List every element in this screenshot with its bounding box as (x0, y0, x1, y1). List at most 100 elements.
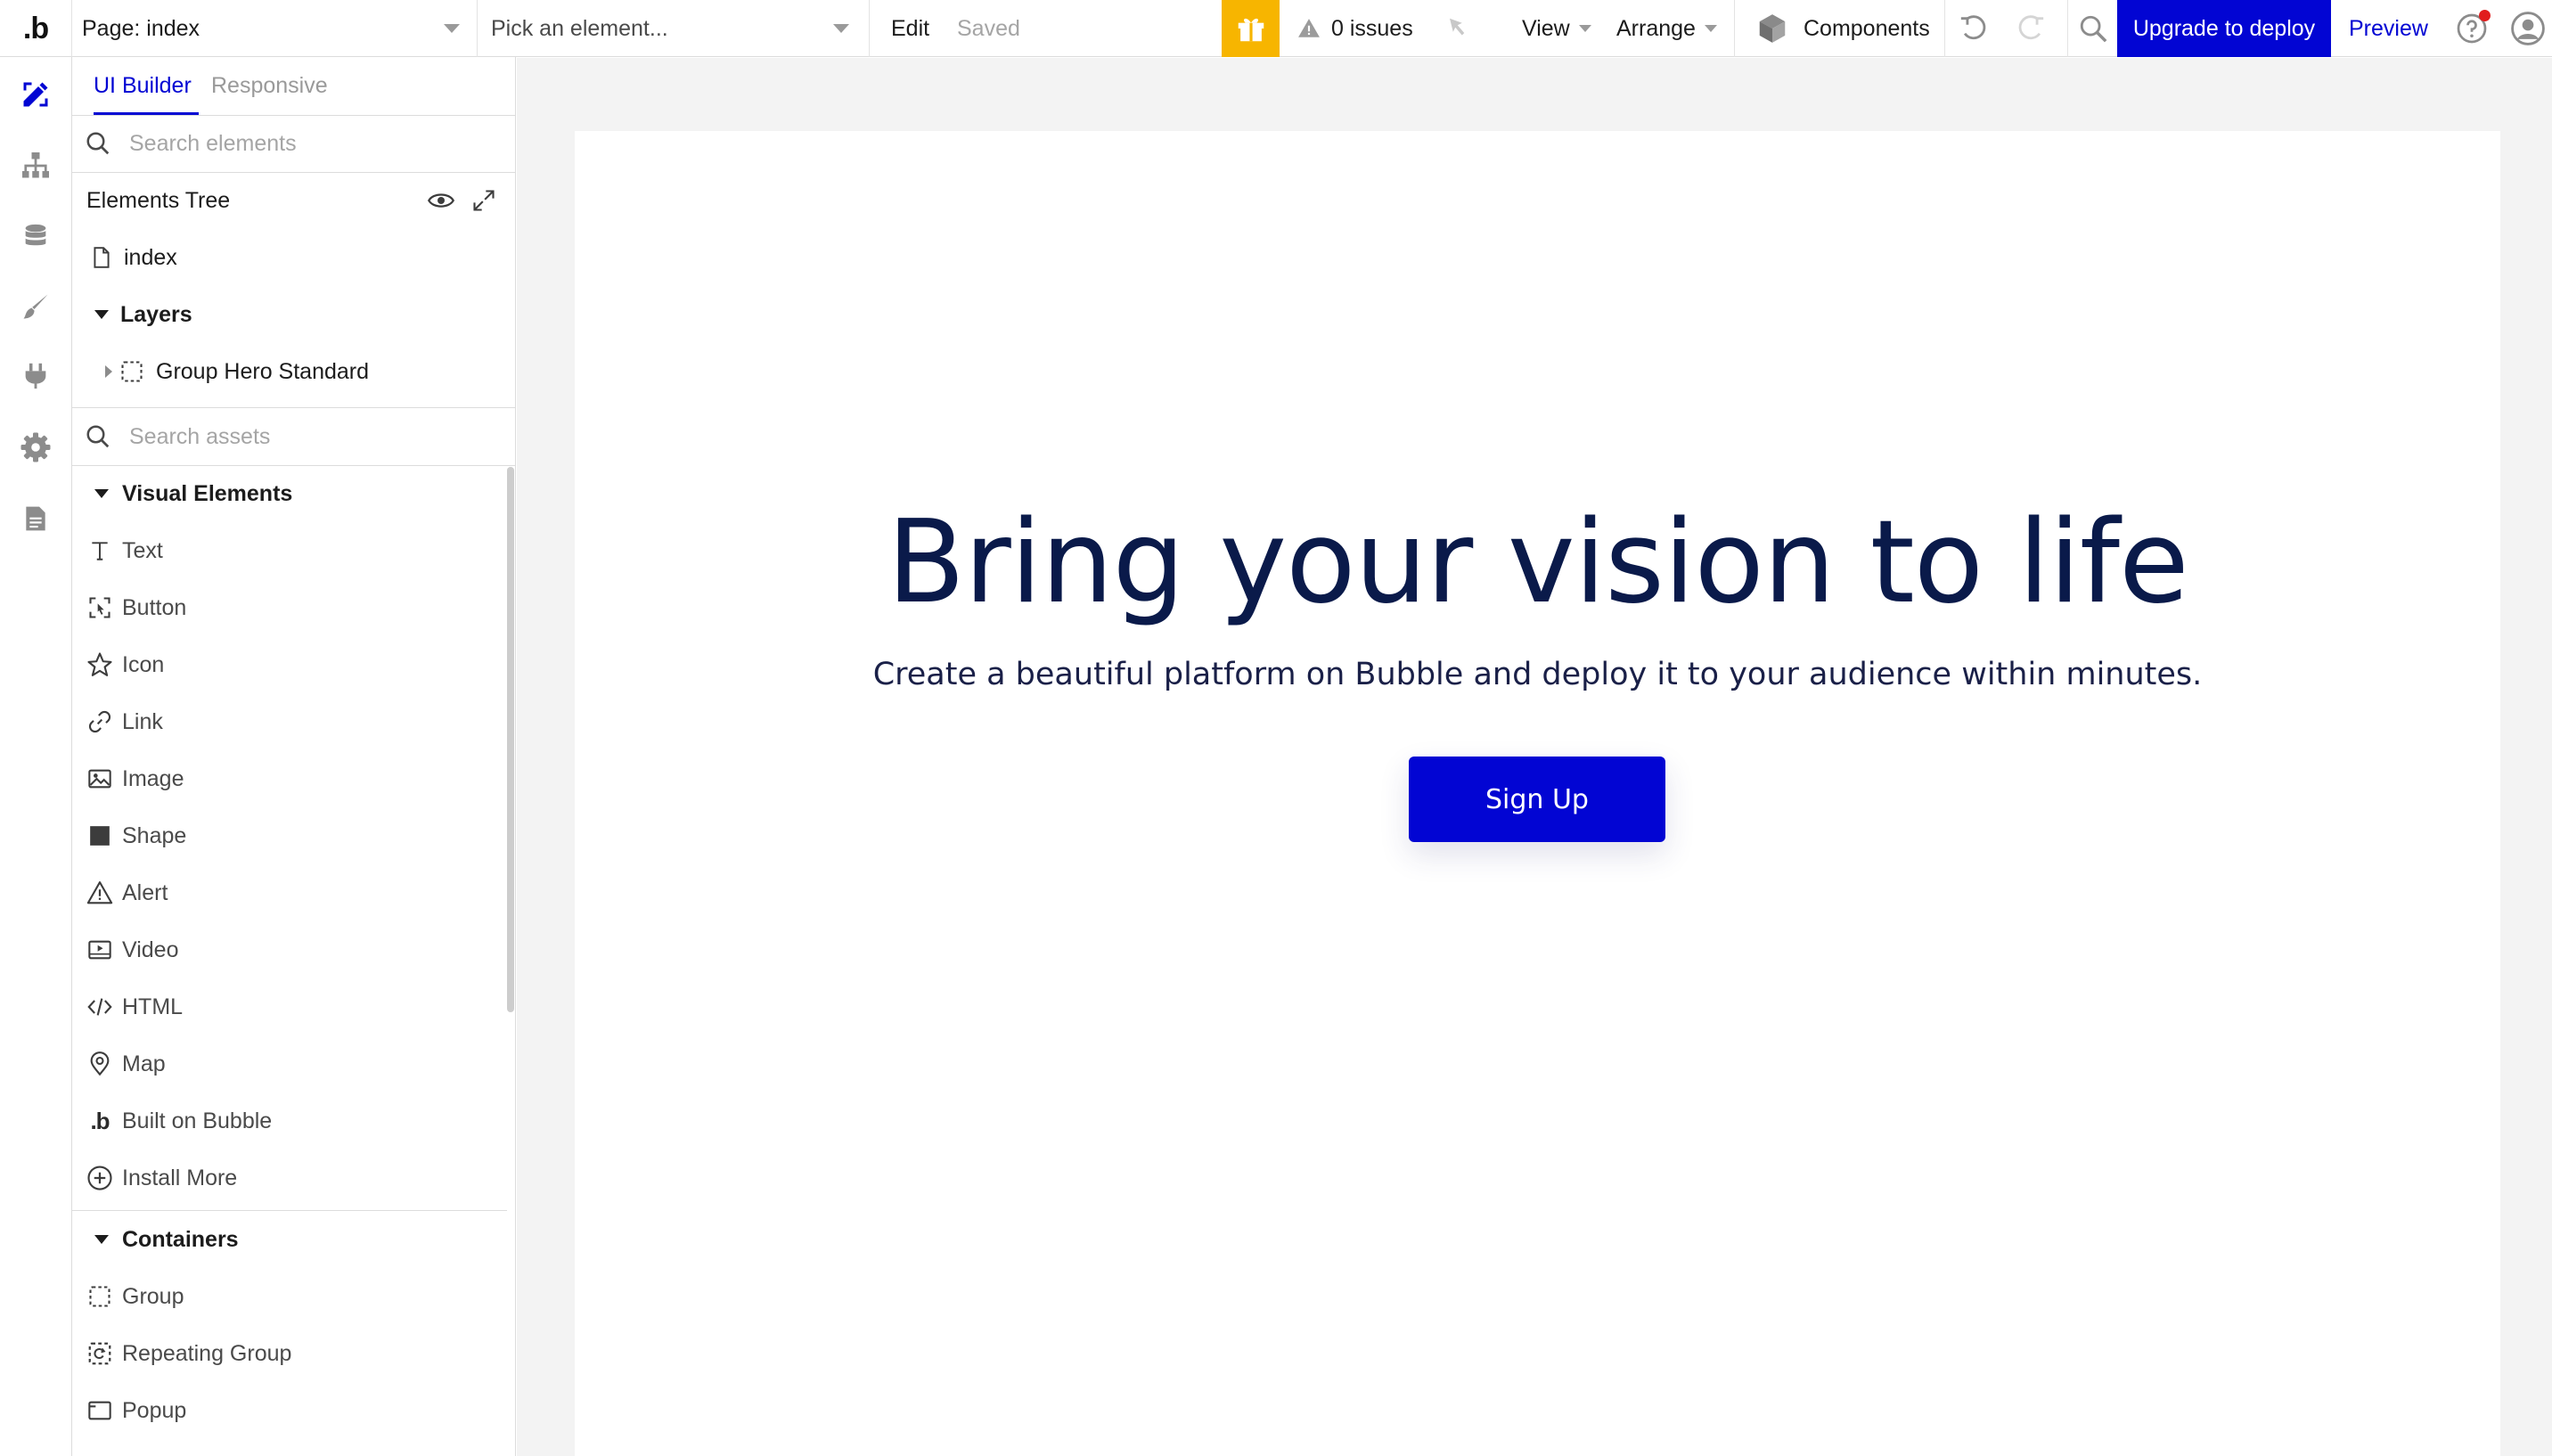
search-assets[interactable]: Search assets (72, 408, 516, 465)
code-icon (86, 994, 113, 1020)
plugins-icon (25, 363, 46, 389)
asset-repeating-group[interactable]: Repeating Group (72, 1325, 516, 1382)
asset-image[interactable]: Image (72, 750, 516, 807)
help-button[interactable] (2456, 0, 2491, 57)
tree-layers-label: Layers (120, 301, 192, 327)
asset-popup[interactable]: Popup (72, 1382, 516, 1439)
cursor-arrow-icon (1450, 18, 1465, 36)
inspect-button[interactable] (1445, 0, 1472, 57)
asset-map[interactable]: Map (72, 1035, 516, 1092)
undo-button[interactable] (1959, 0, 1989, 57)
alert-icon (86, 879, 113, 906)
tab-responsive[interactable]: Responsive (211, 73, 328, 99)
nav-design[interactable] (16, 75, 55, 114)
nav-styles[interactable] (16, 287, 55, 326)
divider (869, 0, 870, 57)
tree-item-label: Group Hero Standard (156, 358, 370, 384)
undo-icon (1960, 15, 1986, 40)
tree-item-label: index (124, 244, 177, 270)
asset-label: Video (122, 937, 179, 962)
gift-button[interactable] (1222, 0, 1280, 57)
asset-label: Alert (122, 879, 168, 905)
search-button[interactable] (2073, 0, 2114, 57)
tree-item-group-hero[interactable]: Group Hero Standard (72, 343, 516, 400)
tree-item-index[interactable]: index (72, 229, 516, 286)
arrange-menu[interactable]: Arrange (1616, 0, 1717, 57)
upgrade-button[interactable]: Upgrade to deploy (2117, 0, 2331, 57)
asset-install-more[interactable]: Install More (72, 1149, 516, 1207)
page-preview[interactable]: Bring your vision to life Create a beaut… (575, 131, 2500, 1456)
asset-label: Group (122, 1283, 184, 1309)
sign-up-label: Sign Up (1485, 783, 1589, 815)
sign-up-button[interactable]: Sign Up (1409, 757, 1665, 842)
asset-label: Button (122, 594, 187, 620)
preview-label: Preview (2349, 15, 2428, 41)
asset-text[interactable]: Text (72, 522, 516, 579)
hero-title[interactable]: Bring your vision to life (575, 496, 2500, 629)
asset-label: Image (122, 765, 184, 791)
gift-icon (1238, 18, 1264, 42)
preview-button[interactable]: Preview (2349, 0, 2428, 57)
tab-ui-builder[interactable]: UI Builder (94, 73, 192, 99)
asset-video[interactable]: Video (72, 921, 516, 978)
view-menu[interactable]: View (1522, 0, 1591, 57)
view-menu-label: View (1522, 15, 1570, 41)
bubble-logo[interactable]: .b (16, 0, 55, 57)
tree-layers[interactable]: Layers (72, 286, 516, 343)
asset-html[interactable]: HTML (72, 978, 516, 1035)
bubble-logo-text: .b (22, 11, 49, 45)
nav-settings[interactable] (16, 428, 55, 467)
search-assets-input[interactable]: Search assets (129, 424, 270, 450)
asset-alert[interactable]: Alert (72, 864, 516, 921)
nav-plugins[interactable] (16, 356, 55, 396)
upgrade-label: Upgrade to deploy (2132, 15, 2316, 41)
save-status: Saved (957, 0, 1020, 57)
page-icon (88, 244, 115, 271)
asset-label: Install More (122, 1165, 238, 1190)
group-icon (86, 1283, 113, 1310)
workflow-icon (22, 152, 49, 178)
asset-shape[interactable]: Shape (72, 807, 516, 864)
nav-data[interactable] (16, 217, 55, 257)
image-icon (86, 765, 113, 792)
asset-button[interactable]: Button (72, 579, 516, 636)
asset-label: HTML (122, 994, 184, 1019)
containers-header[interactable]: Containers (72, 1211, 516, 1268)
styles-icon (23, 294, 48, 319)
components-button[interactable]: Components (1755, 0, 1930, 57)
expand-icon[interactable] (471, 188, 496, 213)
nav-workflow[interactable] (16, 146, 55, 185)
asset-built-on-bubble[interactable]: .b Built on Bubble (72, 1092, 516, 1149)
search-icon (85, 423, 111, 450)
issues-indicator[interactable]: 0 issues (1297, 0, 1413, 57)
page-selector[interactable]: Page: index (71, 0, 477, 57)
asset-label: Text (122, 537, 163, 563)
search-icon (2080, 15, 2107, 43)
warning-icon (1298, 19, 1320, 37)
redo-button[interactable] (2016, 0, 2046, 57)
notification-dot (2479, 10, 2491, 21)
hero-subtitle[interactable]: Create a beautiful platform on Bubble an… (575, 657, 2500, 692)
search-elements-input[interactable]: Search elements (129, 131, 297, 157)
visual-elements-header[interactable]: Visual Elements (72, 465, 516, 522)
asset-label: Map (122, 1051, 166, 1076)
edit-menu[interactable]: Edit (891, 0, 929, 57)
account-button[interactable] (2511, 0, 2545, 57)
search-elements[interactable]: Search elements (72, 115, 516, 172)
asset-label: Icon (122, 651, 165, 677)
divider (1734, 0, 1735, 57)
asset-link[interactable]: Link (72, 693, 516, 750)
asset-icon[interactable]: Icon (72, 636, 516, 693)
elements-tree-title: Elements Tree (86, 187, 231, 213)
data-icon (25, 224, 46, 246)
nav-logs[interactable] (16, 499, 55, 538)
chevron-down-icon (1704, 25, 1717, 32)
asset-group[interactable]: Group (72, 1268, 516, 1325)
plus-circle-icon (86, 1165, 113, 1191)
divider (2067, 0, 2068, 57)
star-icon (86, 651, 113, 678)
top-toolbar: .b Page: index Pick an element... Edit S… (0, 0, 2552, 57)
element-picker[interactable]: Pick an element... (477, 0, 869, 57)
eye-icon[interactable] (428, 187, 454, 214)
divider (1944, 0, 1945, 57)
